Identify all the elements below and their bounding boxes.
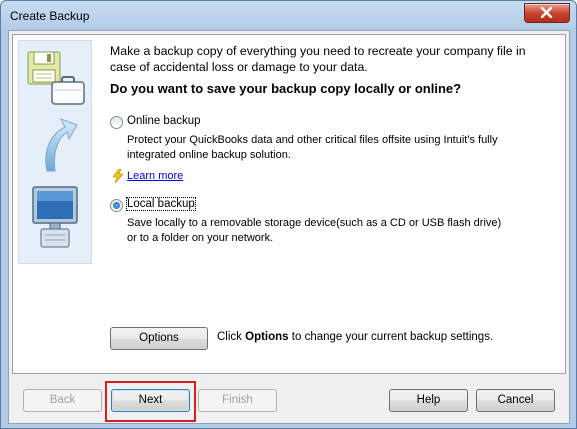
lightning-bolt-icon: [112, 169, 124, 183]
local-backup-label[interactable]: Local backup: [126, 197, 196, 211]
curved-arrow-icon: [45, 118, 78, 172]
monitor-icon: [32, 186, 78, 248]
sidebar-illustration: [18, 40, 92, 264]
main-content: Make a backup copy of everything you nee…: [110, 43, 550, 244]
finish-button[interactable]: Finish: [198, 389, 277, 412]
options-note: Click Options to change your current bac…: [217, 331, 493, 343]
learn-more-link[interactable]: Learn more: [127, 170, 183, 182]
close-icon: [540, 7, 553, 18]
window-title: Create Backup: [10, 9, 90, 23]
cancel-button[interactable]: Cancel: [476, 389, 555, 412]
online-backup-radio-button[interactable]: [110, 116, 123, 129]
close-button[interactable]: [524, 3, 570, 23]
online-backup-label[interactable]: Online backup: [127, 115, 201, 127]
briefcase-icon: [51, 76, 85, 105]
create-backup-window: Create Backup Make a backup copy of ever…: [0, 0, 577, 429]
options-button[interactable]: Options: [110, 327, 208, 350]
help-button[interactable]: Help: [389, 389, 468, 412]
options-note-prefix: Click: [217, 331, 242, 343]
back-button[interactable]: Back: [23, 389, 102, 412]
online-backup-description: Protect your QuickBooks data and other c…: [127, 134, 498, 161]
local-backup-description: Save locally to a removable storage devi…: [127, 217, 502, 244]
options-note-bold: Options: [245, 331, 289, 343]
intro-text: Make a backup copy of everything you nee…: [110, 44, 526, 74]
online-backup-radio[interactable]: Online backup: [110, 115, 510, 129]
options-note-suffix: to change your current backup settings.: [291, 331, 494, 343]
content-panel: Make a backup copy of everything you nee…: [12, 34, 566, 374]
local-backup-radio-button[interactable]: [110, 199, 123, 212]
backup-question: Do you want to save your backup copy loc…: [110, 81, 462, 96]
title-bar: Create Backup: [1, 1, 576, 31]
local-backup-radio[interactable]: Local backup: [110, 197, 510, 212]
next-highlight-box: [105, 381, 196, 422]
dialog-client-area: Make a backup copy of everything you nee…: [8, 30, 570, 424]
